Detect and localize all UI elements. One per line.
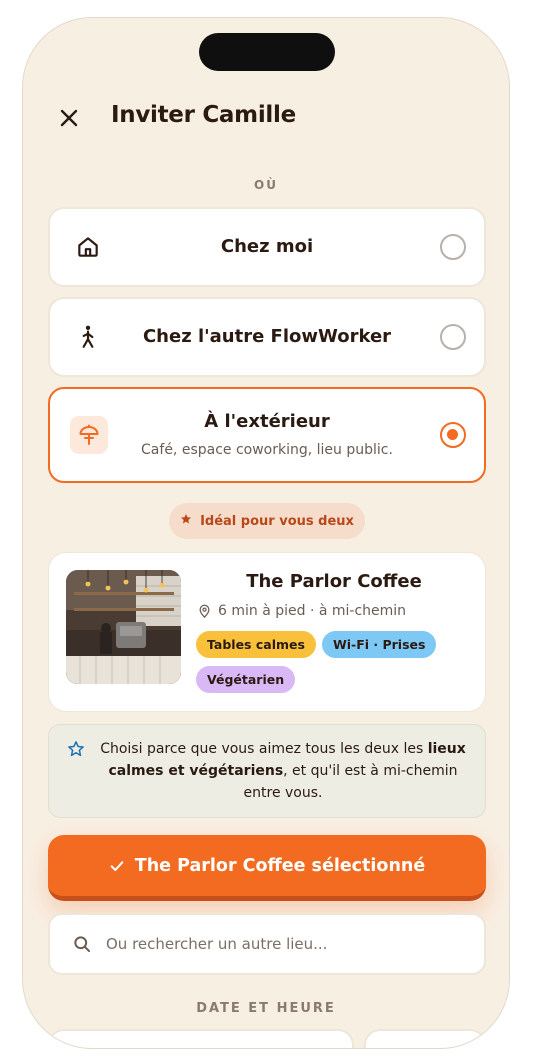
check-icon [110,860,124,871]
close-button[interactable] [57,106,81,130]
tag-wifi-outlets: Wi-Fi · Prises [321,631,437,658]
selected-place-button[interactable]: The Parlor Coffee sélectionné [48,835,486,901]
star-outline-icon [67,740,85,762]
option-home[interactable]: Chez moi [48,207,486,287]
location-pin-icon [199,604,210,618]
selected-place-button-label: The Parlor Coffee sélectionné [134,855,426,876]
option-other-flowworker-title: Chez l'autre FlowWorker [142,326,392,347]
option-other-flowworker-radio[interactable] [440,324,466,350]
place-meta: 6 min à pied · à mi-chemin [197,603,406,619]
datetime-section-label: DATE ET HEURE [196,1001,336,1016]
reason-box: Choisi parce que vous aimez tous les deu… [48,724,486,818]
star-icon [180,513,192,529]
dynamic-island [199,33,335,71]
option-home-radio[interactable] [440,234,466,260]
search-input[interactable] [106,935,446,953]
header: Inviter Camille [23,98,509,138]
date-picker-card[interactable] [48,1029,354,1048]
tag-vegetarian: Végétarien [196,666,296,693]
where-section-label: OÙ [254,178,278,192]
search-field[interactable] [48,913,486,975]
option-outside-subtitle: Café, espace coworking, lieu public. [141,442,393,458]
place-meta-text: 6 min à pied · à mi-chemin [218,603,407,619]
page-title: Inviter Camille [111,102,296,128]
place-card[interactable]: The Parlor Coffee 6 min à pied · à mi-ch… [48,552,486,712]
place-tags: Tables calmes Wi-Fi · Prises Végétarien [196,631,476,693]
tag-quiet-tables: Tables calmes [196,631,316,658]
ideal-badge-label: Idéal pour vous deux [200,513,354,529]
option-home-title: Chez moi [220,236,314,257]
option-outside-radio[interactable] [440,422,466,448]
option-other-flowworker[interactable]: Chez l'autre FlowWorker [48,297,486,377]
option-outside-title: À l'extérieur [204,411,330,432]
place-name: The Parlor Coffee [246,571,422,592]
option-outside[interactable]: À l'extérieur Café, espace coworking, li… [48,387,486,483]
place-photo [66,570,181,684]
reason-text: Choisi parce que vous aimez tous les deu… [100,741,466,801]
time-picker-card[interactable] [364,1029,486,1048]
ideal-badge: Idéal pour vous deux [169,503,365,539]
close-icon [60,109,78,127]
search-icon [74,936,91,953]
phone-screen: Inviter Camille OÙ Chez moi Chez l'autre… [22,17,510,1049]
